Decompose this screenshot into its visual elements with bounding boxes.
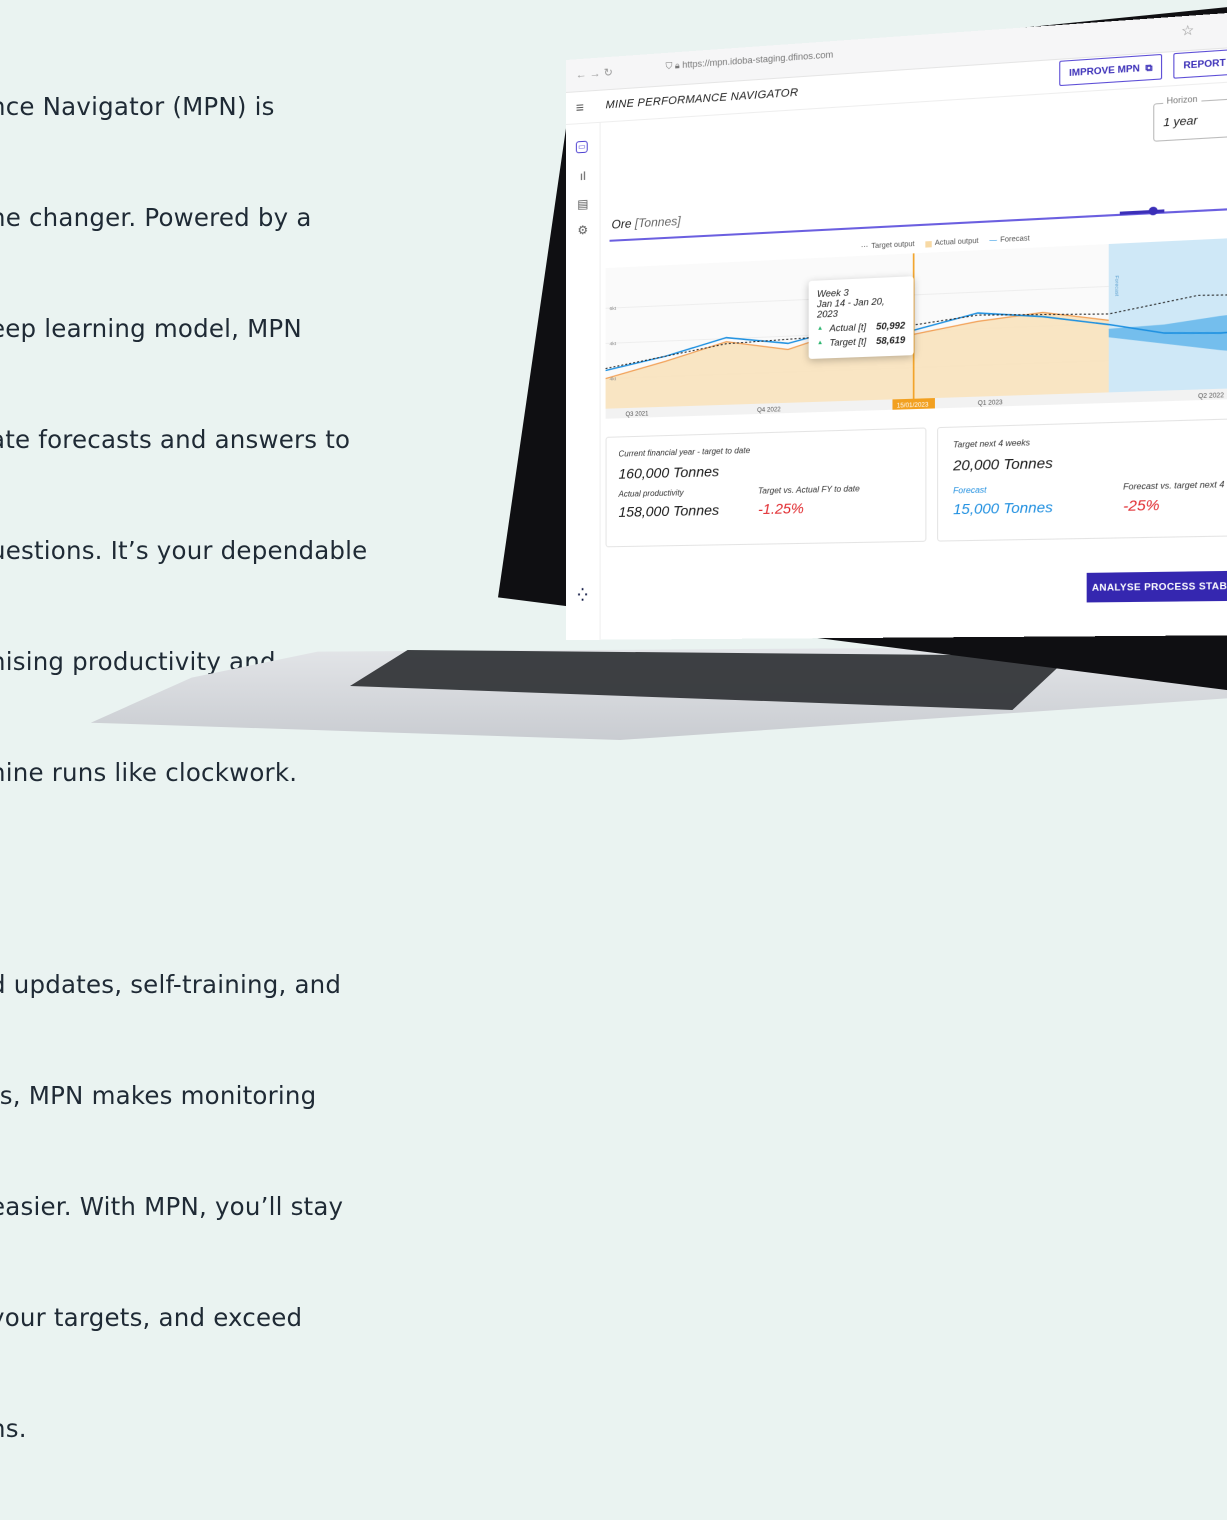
kpi-fy-target: 160,000 Tonnes: [618, 462, 720, 482]
improve-mpn-button[interactable]: IMPROVE MPN ⧉: [1059, 53, 1163, 87]
laptop-screen: ← → ↻ ⛉ 🔒︎ https://mpn.idoba-staging.dfi…: [566, 9, 1227, 641]
improve-mpn-label: IMPROVE MPN: [1069, 62, 1140, 79]
y-tick-label: 6kt: [610, 306, 617, 312]
copy-line: your targets, and exceed: [0, 1303, 303, 1332]
tooltip-actual-label: Actual [t]: [829, 321, 867, 334]
tooltip-target-value: 58,619: [876, 334, 906, 347]
ore-chart: Q3 2021 Q4 2022 15/01/2023 Q1 2023 Q2 20…: [606, 235, 1227, 419]
kpi-card-4weeks: Target next 4 weeks 20,000 Tonnes Foreca…: [937, 416, 1227, 542]
x-tick-label: 15/01/2023: [897, 402, 930, 409]
chart-tooltip: Week 3 Jan 14 - Jan 20, 2023 ▲ Actual [t…: [808, 276, 914, 360]
kpi-fy-header: Current financial year - target to date: [618, 445, 751, 459]
kpi-fy-actual-label: Actual productivity: [618, 488, 684, 499]
section-title: Ore [Tonnes]: [612, 214, 681, 232]
settings-icon[interactable]: ⚙: [576, 223, 590, 238]
x-tick-label: Q3 2021: [625, 411, 649, 418]
shield-icon: ⛉: [665, 60, 673, 72]
triangle-up-icon: ▲: [816, 339, 824, 347]
legend-item-target: ··· Target output: [860, 240, 915, 251]
app-title: MINE PERFORMANCE NAVIGATOR: [605, 86, 799, 112]
legend-label: Target output: [871, 240, 915, 251]
external-link-icon: ⧉: [1145, 61, 1153, 73]
star-icon[interactable]: ☆: [1181, 22, 1194, 40]
x-tick-label: Q2 2022: [1198, 393, 1225, 400]
legend-label: Forecast: [1000, 235, 1030, 244]
kpi-4w-delta-value: -25%: [1123, 496, 1160, 514]
horizon-label: Horizon: [1163, 94, 1201, 107]
legend-item-actual: Actual output: [925, 237, 979, 248]
forecast-region: [1108, 235, 1227, 393]
bar-chart-icon[interactable]: ıl: [576, 169, 590, 184]
tooltip-target-row: ▲ Target [t] 58,619: [817, 335, 905, 349]
sidebar: ▭ ıl ▤ ⚙ ⁛: [566, 121, 601, 641]
report-problem-label: REPORT A PRO: [1183, 55, 1227, 71]
dashboard-icon[interactable]: ▭: [575, 140, 588, 154]
legend-item-forecast: — Forecast: [989, 235, 1030, 245]
copy-line: d updates, self-training, and: [0, 970, 342, 999]
kpi-4w-target: 20,000 Tonnes: [953, 454, 1053, 474]
section-unit: [Tonnes]: [634, 213, 681, 231]
legend-label: Actual output: [934, 237, 979, 248]
kpi-4w-header: Target next 4 weeks: [953, 438, 1031, 450]
y-tick-label: 4kt: [610, 376, 617, 382]
timeline-slider-thumb[interactable]: [1148, 206, 1158, 216]
laptop-illustration: ← → ↻ ⛉ 🔒︎ https://mpn.idoba-staging.dfi…: [0, 0, 1227, 760]
url-text: https://mpn.idoba-staging.dfinos.com: [682, 49, 834, 70]
x-tick-label: Q1 2023: [978, 400, 1004, 407]
kpi-4w-forecast-value: 15,000 Tonnes: [953, 498, 1053, 518]
horizon-select[interactable]: Horizon 1 year: [1153, 94, 1227, 142]
url-bar[interactable]: ⛉ 🔒︎ https://mpn.idoba-staging.dfinos.co…: [666, 49, 834, 72]
lock-icon: 🔒︎: [674, 60, 680, 71]
marketing-paragraph-2: d updates, self-training, and ts, MPN ma…: [0, 892, 510, 1520]
horizon-value: 1 year: [1163, 114, 1198, 130]
kpi-4w-delta-label: Forecast vs. target next 4 weeks: [1123, 479, 1227, 492]
analyse-process-stability-button[interactable]: ANALYSE PROCESS STABILITY: [1086, 570, 1227, 603]
tooltip-range: Jan 14 - Jan 20, 2023: [816, 296, 885, 320]
kpi-fy-delta-value: -1.25%: [758, 499, 804, 518]
triangle-up-icon: ▲: [816, 325, 824, 332]
copy-line: ns.: [0, 1414, 27, 1443]
copy-line: ts, MPN makes monitoring: [0, 1081, 317, 1110]
y-tick-label: 4kt: [610, 341, 617, 347]
copy-line: easier. With MPN, you’ll stay: [0, 1192, 344, 1221]
hamburger-icon[interactable]: ≡: [576, 99, 584, 116]
kpi-fy-delta-label: Target vs. Actual FY to date: [758, 484, 860, 496]
kpi-4w-forecast-label: Forecast: [953, 485, 987, 496]
kpi-card-fy: Current financial year - target to date …: [605, 427, 927, 548]
report-problem-button[interactable]: REPORT A PRO: [1173, 46, 1227, 79]
tooltip-actual-value: 50,992: [876, 320, 906, 332]
x-tick-label: Q4 2022: [757, 407, 781, 414]
kpi-fy-actual-value: 158,000 Tonnes: [618, 501, 720, 520]
browser-nav-arrows-icon[interactable]: ← → ↻: [576, 66, 613, 82]
ore-chart-svg: Q3 2021 Q4 2022 15/01/2023 Q1 2023 Q2 20…: [606, 235, 1227, 419]
clipboard-icon[interactable]: ▤: [576, 197, 590, 212]
tooltip-target-label: Target [t]: [829, 336, 867, 348]
section-name: Ore: [611, 216, 632, 232]
tooltip-actual-row: ▲ Actual [t] 50,992: [817, 320, 905, 334]
app-logo-icon: ⁛: [577, 587, 588, 602]
